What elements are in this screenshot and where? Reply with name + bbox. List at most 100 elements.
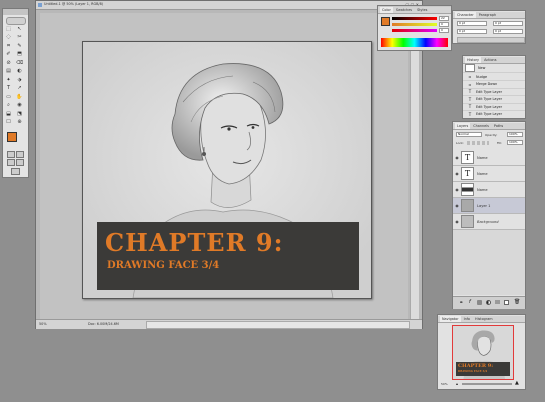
- green-value-field[interactable]: 0: [439, 22, 449, 27]
- red-value-field[interactable]: 22: [439, 16, 449, 21]
- eyedropper-tool-icon[interactable]: ⬓: [5, 110, 12, 117]
- zoom-field[interactable]: 50%: [39, 322, 47, 326]
- char-field-1[interactable]: 0 pt: [457, 21, 487, 26]
- char-field-4[interactable]: 0 pt: [493, 29, 523, 34]
- document-canvas[interactable]: CHAPTER 9: DRAWING FACE 3/4: [82, 41, 372, 299]
- lock-icons[interactable]: [467, 141, 489, 145]
- layer-row[interactable]: ◉ T Name: [453, 166, 525, 182]
- move-tool-icon[interactable]: ↖: [16, 25, 23, 32]
- color-spectrum-bar[interactable]: [381, 38, 448, 47]
- screen-mode-icon[interactable]: [7, 159, 15, 166]
- new-layer-icon[interactable]: [504, 300, 509, 305]
- layer-style-icon[interactable]: f: [469, 299, 471, 305]
- opacity-field[interactable]: 100%: [507, 132, 523, 137]
- tab-layers[interactable]: Layers: [455, 123, 471, 129]
- hand-tool-icon[interactable]: ✋: [16, 93, 23, 100]
- standard-mode-icon[interactable]: [16, 151, 24, 158]
- color-panel-fg-swatch[interactable]: [381, 17, 390, 26]
- healing-tool-icon[interactable]: ✐: [5, 51, 12, 58]
- zoom-in-icon[interactable]: ▲: [515, 380, 519, 386]
- char-field-3[interactable]: 0 pt: [457, 29, 487, 34]
- navigator-zoom-field[interactable]: 50%: [441, 382, 448, 386]
- history-brush-tool-icon[interactable]: ⌫: [16, 59, 23, 66]
- green-slider[interactable]: [392, 23, 437, 26]
- tab-paragraph[interactable]: Paragraph: [477, 12, 498, 18]
- zoom-tool-icon[interactable]: ⌕: [5, 102, 12, 109]
- snapshot-thumb: [465, 64, 475, 72]
- gradient-tool-icon[interactable]: ◐: [16, 68, 23, 75]
- tab-history[interactable]: History: [465, 57, 482, 63]
- shape-tool-icon[interactable]: ▭: [5, 93, 12, 100]
- tab-paths[interactable]: Paths: [492, 123, 505, 129]
- tab-styles[interactable]: Styles: [415, 7, 429, 13]
- tab-color[interactable]: Color: [380, 7, 393, 13]
- add-anchor-tool-icon[interactable]: ⊕: [16, 119, 23, 126]
- blue-slider[interactable]: [392, 29, 437, 32]
- red-slider[interactable]: [392, 17, 437, 20]
- character-panel: Character Paragraph 0 pt 0 pt 0 pt 0 pt: [452, 10, 526, 44]
- blue-value-field[interactable]: 0: [439, 28, 449, 33]
- layer-row[interactable]: ◉ Layer 1: [453, 198, 525, 214]
- visibility-eye-icon[interactable]: ◉: [453, 187, 461, 192]
- quick-mask-icon[interactable]: [7, 151, 15, 158]
- stamp-tool-icon[interactable]: ⊘: [5, 59, 12, 66]
- layer-row[interactable]: ◉ Name: [453, 182, 525, 198]
- foreground-color-swatch[interactable]: [7, 132, 17, 142]
- path-select-tool-icon[interactable]: ↗: [16, 85, 23, 92]
- new-group-icon[interactable]: [495, 300, 500, 304]
- slice-tool-icon[interactable]: ✎: [16, 42, 23, 49]
- tab-swatches[interactable]: Swatches: [394, 7, 414, 13]
- tab-actions[interactable]: Actions: [482, 57, 498, 63]
- tab-histogram[interactable]: Histogram: [473, 316, 495, 322]
- char-field-2[interactable]: 0 pt: [493, 21, 523, 26]
- history-item[interactable]: T Edit Type Layer: [463, 111, 525, 118]
- visibility-eye-icon[interactable]: ◉: [453, 171, 461, 176]
- magic-wand-tool-icon[interactable]: ✂: [16, 34, 23, 41]
- canvas-area: CHAPTER 9: DRAWING FACE 3/4: [40, 13, 408, 319]
- opacity-label: Opacity:: [485, 133, 498, 137]
- blend-mode-select[interactable]: Normal: [456, 132, 482, 137]
- tab-channels[interactable]: Channels: [471, 123, 491, 129]
- tab-navigator[interactable]: Navigator: [440, 316, 461, 322]
- history-snapshot[interactable]: New: [463, 64, 525, 73]
- notes-tool-icon[interactable]: ◉: [16, 102, 23, 109]
- navigator-preview[interactable]: CHAPTER 9: DRAWING FACE 3/4: [452, 325, 514, 380]
- measure-tool-icon[interactable]: ⬔: [16, 110, 23, 117]
- tab-character[interactable]: Character: [455, 12, 476, 18]
- pen-tool-icon[interactable]: ☐: [5, 119, 12, 126]
- history-item-label: Merge Down: [476, 82, 498, 86]
- type-tool-icon[interactable]: T: [5, 85, 12, 92]
- visibility-eye-icon[interactable]: ◉: [453, 155, 461, 160]
- layer-row[interactable]: ◉ T Name: [453, 150, 525, 166]
- link-layers-icon[interactable]: ⚭: [459, 300, 463, 306]
- vertical-scrollbar[interactable]: [410, 13, 419, 319]
- crop-tool-icon[interactable]: ⌗: [5, 42, 12, 49]
- add-mask-icon[interactable]: [477, 300, 482, 305]
- visibility-eye-icon[interactable]: ◉: [453, 203, 461, 208]
- dodge-tool-icon[interactable]: ⬗: [16, 76, 23, 83]
- horizontal-scrollbar[interactable]: [146, 321, 410, 329]
- visibility-eye-icon[interactable]: ◉: [453, 219, 461, 224]
- color-panel: Color Swatches Styles 22 0 0: [377, 5, 452, 51]
- lasso-tool-icon[interactable]: ◌: [5, 34, 12, 41]
- fill-field[interactable]: 100%: [507, 140, 523, 145]
- brush-tool-icon[interactable]: ⬒: [16, 51, 23, 58]
- delete-layer-icon[interactable]: 🗑: [514, 299, 520, 305]
- marquee-tool-icon[interactable]: ⬚: [5, 25, 12, 32]
- snapshot-label: New: [478, 66, 486, 70]
- jump-to-imageready-icon[interactable]: [11, 168, 20, 175]
- history-step-icon: ▫: [468, 81, 472, 87]
- eraser-tool-icon[interactable]: ▤: [5, 68, 12, 75]
- screen-mode-full-icon[interactable]: [16, 159, 24, 166]
- layer-thumbnail: [461, 215, 474, 228]
- zoom-out-icon[interactable]: ▴: [456, 381, 458, 386]
- lock-label: Lock:: [456, 141, 464, 145]
- layer-row[interactable]: ◉ Background: [453, 214, 525, 230]
- history-item-label: Edit Type Layer: [476, 89, 502, 94]
- history-step-icon: T: [468, 104, 472, 109]
- char-options-row[interactable]: [457, 37, 525, 43]
- blur-tool-icon[interactable]: ✦: [5, 76, 12, 83]
- navigator-zoom-slider[interactable]: [462, 383, 512, 385]
- adjustment-layer-icon[interactable]: [486, 300, 491, 305]
- tab-info[interactable]: Info: [462, 316, 472, 322]
